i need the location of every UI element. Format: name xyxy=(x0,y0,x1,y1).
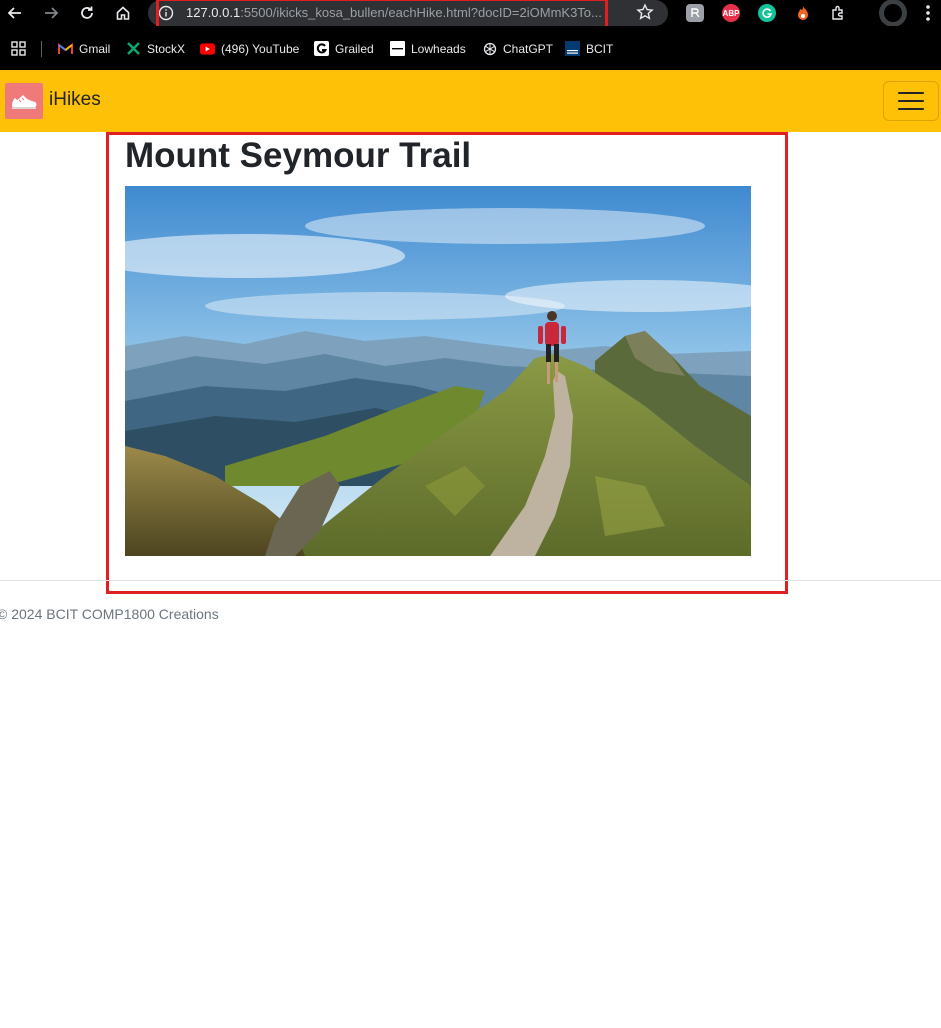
browser-menu-icon[interactable] xyxy=(920,3,936,23)
profile-avatar-icon[interactable] xyxy=(876,0,910,27)
browser-toolbar: 127.0.0.1:5500/ikicks_kosa_bullen/eachHi… xyxy=(0,0,941,30)
hike-photo xyxy=(125,186,751,556)
bookmark-label: BCIT xyxy=(586,41,614,56)
gmail-icon xyxy=(58,41,73,56)
back-icon[interactable] xyxy=(3,2,27,24)
bookmark-star-icon[interactable] xyxy=(636,3,654,21)
bookmark-label: ChatGPT xyxy=(503,41,554,56)
grammarly-icon[interactable] xyxy=(758,4,776,22)
footer-copyright: © 2024 BCIT COMP1800 Creations xyxy=(0,606,219,622)
chatgpt-icon xyxy=(482,41,497,56)
url-host: 127.0.0.1 xyxy=(186,5,241,20)
lowheads-icon xyxy=(390,41,405,56)
bookmark-chatgpt[interactable]: ChatGPT xyxy=(482,41,553,56)
bookmark-youtube[interactable]: (496) YouTube xyxy=(200,41,299,56)
bookmark-gmail[interactable]: Gmail xyxy=(58,41,110,56)
home-icon[interactable] xyxy=(111,2,135,24)
adblock-icon[interactable]: ABP xyxy=(722,4,740,22)
bookmark-grailed[interactable]: Grailed xyxy=(314,41,374,56)
hamburger-line-icon xyxy=(898,92,924,94)
bookmark-label: Gmail xyxy=(79,41,111,56)
stockx-icon xyxy=(126,41,141,56)
navbar-toggler-button[interactable] xyxy=(883,81,939,121)
hike-title: Mount Seymour Trail xyxy=(125,136,472,175)
bookmark-bcit[interactable]: BCIT xyxy=(565,41,613,56)
extension-r-icon[interactable] xyxy=(686,4,704,22)
site-navbar: iHikes xyxy=(0,70,941,132)
apps-grid-icon[interactable] xyxy=(11,41,26,56)
bookmarks-separator xyxy=(41,41,42,57)
bcit-icon xyxy=(565,41,580,56)
hamburger-line-icon xyxy=(898,100,924,102)
youtube-icon xyxy=(200,41,215,56)
sneaker-logo-icon[interactable] xyxy=(5,83,43,119)
extensions-puzzle-icon[interactable] xyxy=(830,4,848,22)
bookmark-label: (496) YouTube xyxy=(221,41,300,56)
grailed-icon xyxy=(314,41,329,56)
bookmark-stockx[interactable]: StockX xyxy=(126,41,185,56)
footer-divider xyxy=(0,580,941,581)
site-info-icon[interactable] xyxy=(158,5,174,21)
url-path: :5500/ikicks_kosa_bullen/eachHike.html?d… xyxy=(240,5,602,20)
extension-flame-icon[interactable] xyxy=(794,4,812,22)
forward-icon[interactable] xyxy=(39,2,63,24)
reload-icon[interactable] xyxy=(75,2,99,24)
hamburger-line-icon xyxy=(898,108,924,110)
bookmark-lowheads[interactable]: Lowheads xyxy=(390,41,466,56)
bookmark-label: Grailed xyxy=(335,41,374,56)
bookmark-label: Lowheads xyxy=(411,41,466,56)
brand-name[interactable]: iHikes xyxy=(49,88,101,112)
url-text[interactable]: 127.0.0.1:5500/ikicks_kosa_bullen/eachHi… xyxy=(186,4,602,21)
bookmark-label: StockX xyxy=(147,41,186,56)
